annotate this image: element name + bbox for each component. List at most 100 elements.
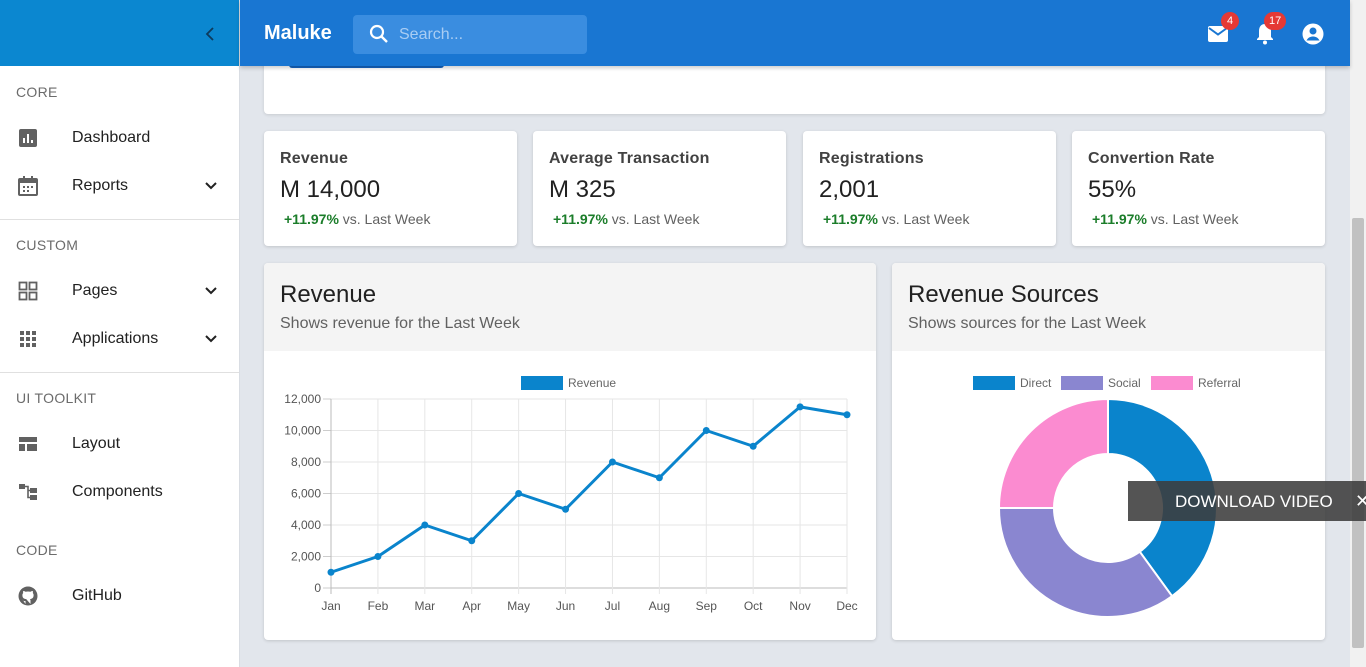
x-tick-label: Oct xyxy=(744,599,763,613)
data-point xyxy=(374,553,382,560)
search-input[interactable] xyxy=(399,15,579,54)
sidebar-item-github[interactable]: GitHub xyxy=(0,572,239,620)
sidebar-item-label: Dashboard xyxy=(72,129,151,146)
close-icon[interactable]: ✕ xyxy=(1355,491,1366,512)
calendar-icon xyxy=(18,176,38,196)
scrollbar-thumb[interactable] xyxy=(1352,218,1364,648)
download-video-label[interactable]: DOWNLOAD VIDEO xyxy=(1175,492,1333,512)
data-point xyxy=(421,521,429,529)
x-tick-label: Feb xyxy=(368,599,389,613)
data-point xyxy=(796,403,804,411)
chevron-down-icon xyxy=(205,287,217,295)
chevron-down-icon xyxy=(205,182,217,190)
sidebar-item-label: Pages xyxy=(72,282,118,299)
stat-card-registrations: Registrations 2,001 +11.97% vs. Last Wee… xyxy=(803,131,1056,246)
legend-swatch xyxy=(1061,376,1103,390)
x-tick-label: Nov xyxy=(789,599,810,613)
chevron-down-icon xyxy=(205,335,217,343)
sidebar-item-label: GitHub xyxy=(72,587,122,604)
x-tick-label: Jan xyxy=(321,599,340,613)
stat-change-suffix: vs. Last Week xyxy=(1150,211,1239,227)
account-circle-icon xyxy=(1302,23,1324,45)
x-tick-label: Apr xyxy=(462,599,481,613)
sidebar-item-label: Reports xyxy=(72,177,129,194)
revenue-chart-header: Revenue Shows revenue for the Last Week xyxy=(264,263,876,351)
y-tick-label: 12,000 xyxy=(284,392,321,406)
sidebar-divider xyxy=(0,372,239,373)
revenue-sources-title: Revenue Sources xyxy=(908,281,1099,308)
account-button[interactable] xyxy=(1301,22,1325,46)
grid-icon xyxy=(18,281,38,301)
apps-icon xyxy=(20,331,36,347)
collapse-sidebar-button[interactable] xyxy=(200,24,220,44)
revenue-line-chart: Revenue 0 2,000 4,000 6,000 8,000 10,000 12,000… xyxy=(284,376,858,613)
sidebar: CORE Dashboard Reports CUSTOM Pages Appl… xyxy=(0,0,240,667)
mail-button[interactable]: 4 xyxy=(1206,12,1239,46)
revenue-chart-title: Revenue xyxy=(280,281,377,308)
sidebar-item-layout[interactable]: Layout xyxy=(0,420,239,468)
sidebar-item-applications[interactable]: Applications xyxy=(0,315,239,363)
stat-change-value: +11.97% xyxy=(553,211,608,227)
x-tick-label: May xyxy=(507,599,530,613)
stat-change: +11.97% vs. Last Week xyxy=(553,211,699,227)
x-tick-label: Jul xyxy=(605,599,620,613)
revenue-sources-card: Revenue Sources Shows sources for the La… xyxy=(892,263,1325,640)
download-video-bar[interactable]: DOWNLOAD VIDEO ✕ xyxy=(1128,481,1366,521)
revenue-chart-subtitle: Shows revenue for the Last Week xyxy=(280,315,520,332)
x-tick-label: Sep xyxy=(696,599,718,613)
notifications-button[interactable]: 17 xyxy=(1253,12,1287,46)
layout-icon xyxy=(19,437,37,451)
revenue-chart-card: Revenue Shows revenue for the Last Week … xyxy=(264,263,876,640)
legend-label: Social xyxy=(1108,376,1141,390)
legend-swatch xyxy=(521,376,563,390)
x-tick-label: Aug xyxy=(649,599,670,613)
stat-change-suffix: vs. Last Week xyxy=(342,211,431,227)
data-point xyxy=(843,411,851,419)
section-ui-toolkit-label: UI TOOLKIT xyxy=(16,390,97,406)
legend-swatch xyxy=(1151,376,1193,390)
y-tick-label: 2,000 xyxy=(291,550,321,564)
search-box[interactable] xyxy=(353,15,587,54)
stat-value: M 325 xyxy=(549,176,616,203)
dashboard-icon xyxy=(19,129,37,147)
doughnut-slice-social xyxy=(997,507,1174,618)
data-point xyxy=(468,537,476,545)
data-point xyxy=(515,490,523,497)
brand-title: Maluke xyxy=(264,22,332,44)
stat-card-conversion-rate: Convertion Rate 55% +11.97% vs. Last Wee… xyxy=(1072,131,1325,246)
data-point xyxy=(749,442,757,450)
revenue-sources-subtitle: Shows sources for the Last Week xyxy=(908,315,1147,332)
sidebar-item-components[interactable]: Components xyxy=(0,468,239,516)
section-custom-label: CUSTOM xyxy=(16,237,79,253)
data-point xyxy=(327,568,335,576)
section-core-label: CORE xyxy=(16,84,58,100)
sidebar-item-reports[interactable]: Reports xyxy=(0,162,239,210)
sidebar-item-label: Components xyxy=(72,483,163,500)
revenue-sources-header: Revenue Sources Shows sources for the La… xyxy=(892,263,1325,351)
stat-change: +11.97% vs. Last Week xyxy=(1092,211,1238,227)
stat-title: Revenue xyxy=(280,150,349,167)
stat-value: M 14,000 xyxy=(280,176,381,203)
page-scrollbar[interactable] xyxy=(1350,0,1366,667)
stat-value: 2,001 xyxy=(819,176,880,203)
section-code-label: CODE xyxy=(16,542,58,558)
components-icon xyxy=(19,484,37,500)
search-icon xyxy=(369,24,388,43)
data-point xyxy=(655,474,663,482)
stat-card-average-transaction: Average Transaction M 325 +11.97% vs. La… xyxy=(533,131,786,246)
y-tick-label: 10,000 xyxy=(284,424,321,438)
mail-badge: 4 xyxy=(1221,12,1239,30)
stat-value: 55% xyxy=(1088,176,1137,203)
sidebar-item-pages[interactable]: Pages xyxy=(0,267,239,315)
stat-change-value: +11.97% xyxy=(1092,211,1147,227)
stat-title: Average Transaction xyxy=(549,150,710,167)
y-tick-label: 8,000 xyxy=(291,455,321,469)
stat-change-suffix: vs. Last Week xyxy=(611,211,700,227)
legend-label: Direct xyxy=(1020,376,1052,390)
legend: Direct Social Referral xyxy=(973,376,1241,390)
notifications-badge: 17 xyxy=(1264,12,1287,30)
sidebar-item-dashboard[interactable]: Dashboard xyxy=(0,114,239,162)
stat-change-value: +11.97% xyxy=(823,211,878,227)
stat-change-value: +11.97% xyxy=(284,211,339,227)
legend-label: Revenue xyxy=(568,376,616,390)
